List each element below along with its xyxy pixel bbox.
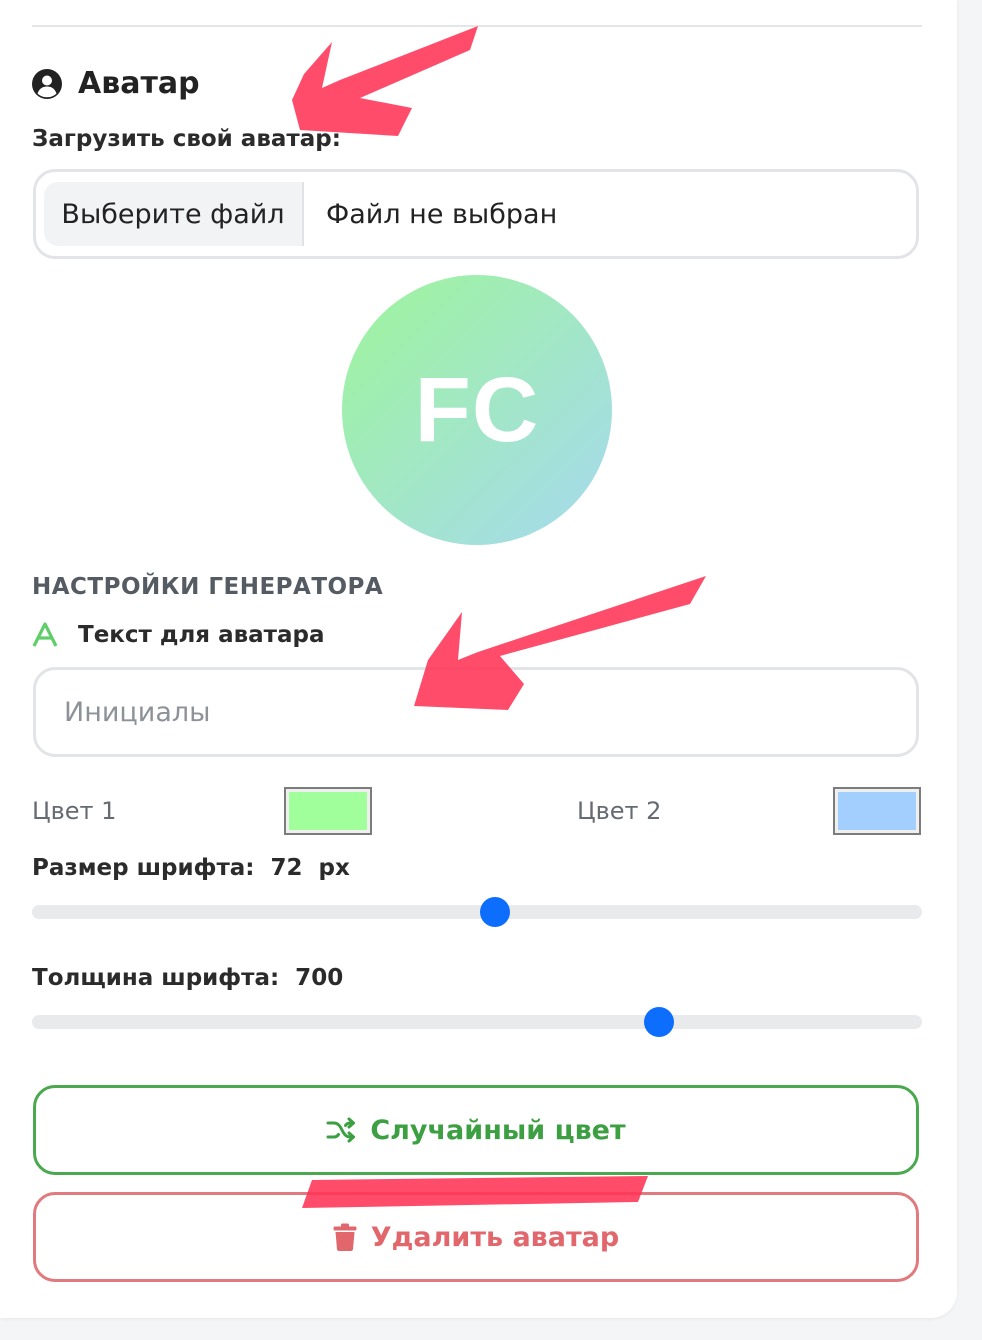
random-color-button[interactable]: Случайный цвет (33, 1085, 919, 1175)
font-weight-slider-thumb[interactable] (644, 1007, 675, 1037)
shuffle-icon (326, 1117, 356, 1143)
user-circle-icon (32, 68, 62, 99)
font-weight-label: Толщина шрифта: 700 (32, 965, 344, 991)
avatar-text-label: Текст для аватара (32, 622, 325, 648)
delete-avatar-button[interactable]: Удалить аватар (33, 1192, 919, 1282)
font-size-label: Размер шрифта: 72 px (32, 855, 350, 881)
avatar-text-label-text: Текст для аватара (78, 622, 325, 648)
avatar-initials: FC (414, 358, 540, 461)
avatar-section-title: Аватар (78, 66, 200, 101)
color1-swatch (289, 792, 367, 830)
avatar-settings-card: Аватар Загрузить свой аватар: Выберите ф… (0, 0, 957, 1318)
font-weight-slider[interactable] (32, 1007, 922, 1037)
choose-file-button[interactable]: Выберите файл (44, 182, 304, 246)
color1-picker[interactable] (284, 787, 372, 835)
avatar-preview: FC (342, 275, 612, 545)
color1-label: Цвет 1 (32, 797, 117, 825)
color2-label: Цвет 2 (577, 797, 662, 825)
initials-input[interactable] (33, 667, 919, 757)
font-size-slider[interactable] (32, 897, 922, 927)
color2-swatch (838, 792, 916, 830)
random-color-label: Случайный цвет (370, 1114, 626, 1146)
letter-a-icon (32, 622, 58, 647)
avatar-section-header: Аватар (32, 66, 200, 101)
top-divider (32, 25, 922, 27)
font-size-slider-thumb[interactable] (479, 897, 510, 927)
trash-icon (333, 1223, 357, 1251)
file-status-text: Файл не выбран (326, 198, 558, 230)
color2-picker[interactable] (833, 787, 921, 835)
delete-avatar-label: Удалить аватар (370, 1221, 620, 1253)
file-upload-input[interactable]: Выберите файл Файл не выбран (33, 169, 919, 259)
generator-settings-title: НАСТРОЙКИ ГЕНЕРАТОРА (32, 574, 384, 600)
upload-label: Загрузить свой аватар: (32, 126, 341, 152)
